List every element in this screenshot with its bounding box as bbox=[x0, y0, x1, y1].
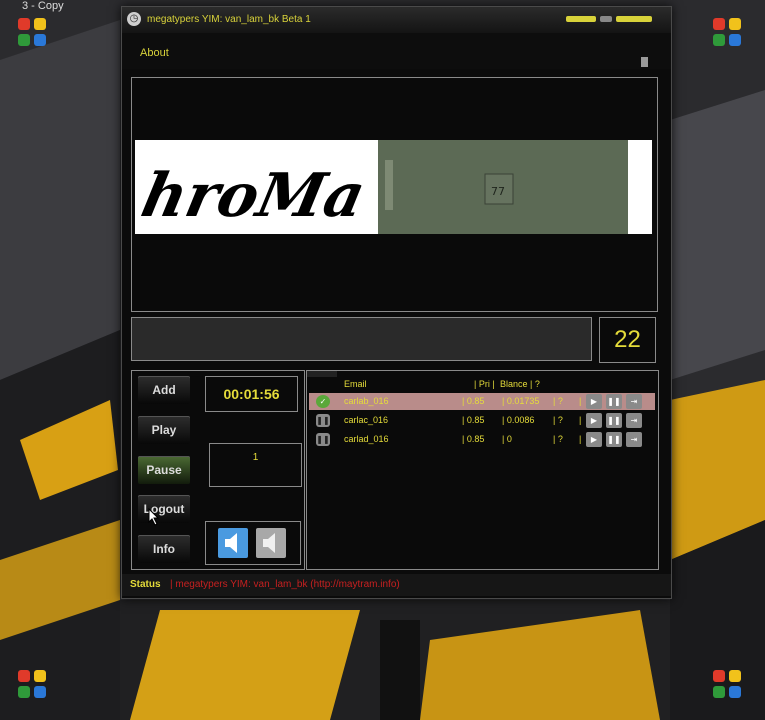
status-bar: Status | megatypers YIM: van_lam_bk (htt… bbox=[122, 574, 671, 596]
pause-icon[interactable]: ❚❚ bbox=[606, 394, 622, 409]
solved-count-box: 1 bbox=[209, 443, 302, 487]
row-sep: | bbox=[579, 415, 582, 425]
row-balance: | 0.01735 bbox=[502, 396, 540, 406]
logout-icon[interactable]: ⇥ bbox=[626, 394, 642, 409]
row-sep: | bbox=[579, 434, 582, 444]
menu-bar: About bbox=[122, 33, 671, 69]
check-icon: ✓ bbox=[316, 395, 330, 408]
title-bar[interactable]: ◷ megatypers YIM: van_lam_bk Beta 1 bbox=[122, 7, 671, 33]
row-balance: | 0.0086 bbox=[502, 415, 535, 425]
row-q: | ? bbox=[553, 396, 563, 406]
row-pri: | 0.85 bbox=[462, 396, 485, 406]
row-pri: | 0.85 bbox=[462, 415, 485, 425]
mouse-cursor-icon bbox=[148, 508, 160, 526]
play-icon[interactable]: ▶ bbox=[586, 432, 602, 447]
maximize-button[interactable] bbox=[600, 16, 612, 22]
column-header-email: Email bbox=[344, 379, 367, 389]
status-text: | megatypers YIM: van_lam_bk (http://may… bbox=[170, 579, 400, 590]
play-icon[interactable]: ▶ bbox=[586, 413, 602, 428]
speaker-muted-icon[interactable] bbox=[256, 528, 286, 558]
play-button[interactable]: Play bbox=[138, 416, 190, 444]
controls-panel: Add Play Pause Logout Info 00:01:56 1 bbox=[131, 370, 305, 570]
desktop-tiles-icon[interactable] bbox=[18, 670, 48, 700]
row-balance: | 0 bbox=[502, 434, 512, 444]
column-header-balance: Blance | ? bbox=[500, 379, 540, 389]
pause-icon[interactable]: ❚❚ bbox=[606, 413, 622, 428]
captcha-image: hroMa 77 bbox=[135, 140, 652, 234]
menu-item-about[interactable]: About bbox=[140, 47, 169, 59]
pause-button[interactable]: Pause bbox=[138, 456, 190, 484]
desktop-tiles-icon[interactable] bbox=[713, 670, 743, 700]
window-title: megatypers YIM: van_lam_bk Beta 1 bbox=[147, 14, 311, 25]
pause-icon: ❚❚ bbox=[316, 433, 330, 446]
row-sep: | bbox=[579, 396, 582, 406]
row-pri: | 0.85 bbox=[462, 434, 485, 444]
desktop-icon-label: 3 - Copy bbox=[22, 0, 64, 12]
row-email: carlad_016 bbox=[344, 434, 389, 444]
table-row[interactable]: ❚❚ carlac_016 | 0.85 | 0.0086 | ? | ▶ ❚❚… bbox=[309, 412, 655, 429]
app-clock-icon: ◷ bbox=[127, 12, 141, 26]
captcha-text: hroMa bbox=[136, 161, 371, 231]
logout-button[interactable]: Logout bbox=[138, 495, 190, 523]
sound-panel bbox=[205, 521, 301, 565]
solved-count: 1 bbox=[252, 452, 259, 463]
row-email: carlab_016 bbox=[344, 396, 389, 406]
desktop-tiles-icon[interactable] bbox=[713, 18, 743, 48]
close-button[interactable] bbox=[616, 16, 652, 22]
desktop-tiles-icon[interactable] bbox=[18, 18, 48, 48]
app-window: ◷ megatypers YIM: van_lam_bk Beta 1 Abou… bbox=[121, 6, 672, 599]
session-timer: 00:01:56 bbox=[205, 376, 298, 412]
captcha-answer-input[interactable] bbox=[131, 317, 592, 361]
captcha-panel: hroMa 77 bbox=[131, 77, 658, 312]
logout-icon[interactable]: ⇥ bbox=[626, 413, 642, 428]
accounts-tab[interactable] bbox=[307, 371, 337, 377]
status-label: Status bbox=[130, 579, 161, 590]
row-q: | ? bbox=[553, 415, 563, 425]
pause-icon: ❚❚ bbox=[316, 414, 330, 427]
minimize-button[interactable] bbox=[566, 16, 596, 22]
play-icon[interactable]: ▶ bbox=[586, 394, 602, 409]
table-row[interactable]: ✓ carlab_016 | 0.85 | 0.01735 | ? | ▶ ❚❚… bbox=[309, 393, 655, 410]
scroll-handle[interactable] bbox=[641, 57, 648, 67]
add-button[interactable]: Add bbox=[138, 376, 190, 404]
accounts-panel: Email | Pri | Blance | ? ✓ carlab_016 | … bbox=[306, 370, 659, 570]
captcha-counter: 22 bbox=[599, 317, 656, 363]
info-button[interactable]: Info bbox=[138, 535, 190, 563]
table-row[interactable]: ❚❚ carlad_016 | 0.85 | 0 | ? | ▶ ❚❚ ⇥ bbox=[309, 431, 655, 448]
row-q: | ? bbox=[553, 434, 563, 444]
speaker-icon[interactable] bbox=[218, 528, 248, 558]
row-email: carlac_016 bbox=[344, 415, 389, 425]
column-header-pri: | Pri | bbox=[474, 379, 495, 389]
pause-icon[interactable]: ❚❚ bbox=[606, 432, 622, 447]
logout-icon[interactable]: ⇥ bbox=[626, 432, 642, 447]
captcha-inline-number: 77 bbox=[491, 185, 505, 198]
